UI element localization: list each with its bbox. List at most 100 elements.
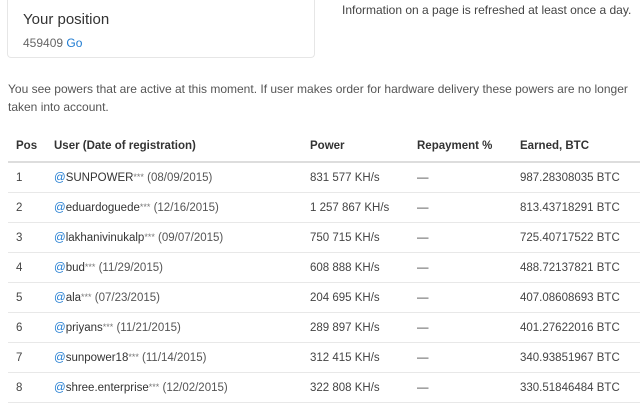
user-stars: *** bbox=[139, 201, 151, 212]
row-user-cell: @shree.enterprise*** (12/02/2015) bbox=[46, 372, 302, 403]
user-name: ala bbox=[65, 291, 82, 304]
row-earned: 987.28308035 BTC bbox=[512, 162, 640, 193]
registration-date: (09/07/2015) bbox=[154, 231, 224, 244]
user-name: priyans bbox=[65, 321, 103, 334]
row-power: 608 888 KH/s bbox=[302, 252, 409, 283]
user-link[interactable]: @ala bbox=[54, 292, 81, 304]
row-repayment: — bbox=[409, 162, 512, 193]
at-icon: @ bbox=[54, 201, 66, 214]
row-power: 312 415 KH/s bbox=[302, 342, 409, 373]
registration-date: (11/29/2015) bbox=[95, 261, 163, 274]
table-row: 7 @sunpower18*** (11/14/2015) 312 415 KH/s… bbox=[8, 342, 640, 373]
at-icon: @ bbox=[54, 231, 66, 244]
row-repayment: — bbox=[409, 222, 512, 253]
row-repayment: — bbox=[409, 252, 512, 283]
table-row: 8 @shree.enterprise*** (12/02/2015) 322 80… bbox=[8, 372, 640, 403]
rating-table-body: 1 @SUNPOWER*** (08/09/2015) 831 577 KH/s —9… bbox=[8, 162, 640, 403]
row-pos: 1 bbox=[8, 162, 46, 193]
registration-date: (12/02/2015) bbox=[159, 381, 228, 394]
registration-date: (12/16/2015) bbox=[150, 201, 219, 214]
row-user-cell: @lakhanivinukalp*** (09/07/2015) bbox=[46, 222, 302, 253]
row-user-cell: @SUNPOWER*** (08/09/2015) bbox=[46, 162, 302, 193]
user-stars: *** bbox=[102, 321, 114, 332]
user-link[interactable]: @lakhanivinukalp bbox=[54, 232, 144, 244]
user-stars: *** bbox=[144, 231, 155, 242]
your-position-line: 459409 Go bbox=[23, 36, 82, 50]
your-position-value: 459409 bbox=[23, 36, 64, 50]
row-earned: 407.08608693 BTC bbox=[512, 282, 640, 313]
header-pos: Pos bbox=[8, 130, 46, 163]
table-header-row: Pos User (Date of registration) Power Re… bbox=[8, 130, 640, 163]
user-name: eduardoguede bbox=[65, 201, 140, 214]
row-user-cell: @sunpower18*** (11/14/2015) bbox=[46, 342, 302, 373]
table-row: 1 @SUNPOWER*** (08/09/2015) 831 577 KH/s —9… bbox=[8, 162, 640, 193]
row-earned: 488.72137821 BTC bbox=[512, 252, 640, 283]
at-icon: @ bbox=[54, 171, 66, 184]
row-pos: 2 bbox=[8, 192, 46, 223]
row-power: 322 808 KH/s bbox=[302, 372, 409, 403]
header-repayment: Repayment % bbox=[409, 130, 512, 163]
row-user-cell: @ala*** (07/23/2015) bbox=[46, 282, 302, 313]
registration-date: (11/14/2015) bbox=[138, 351, 207, 364]
user-stars: *** bbox=[148, 381, 160, 392]
header-user: User (Date of registration) bbox=[46, 130, 302, 163]
registration-date: (07/23/2015) bbox=[91, 291, 160, 304]
header-power: Power bbox=[302, 130, 409, 163]
table-row: 6 @priyans*** (11/21/2015) 289 897 KH/s —40… bbox=[8, 312, 640, 343]
user-link[interactable]: @bud bbox=[54, 262, 85, 274]
row-earned: 401.27622016 BTC bbox=[512, 312, 640, 343]
row-repayment: — bbox=[409, 282, 512, 313]
user-name: SUNPOWER bbox=[65, 171, 134, 184]
row-earned: 330.51846484 BTC bbox=[512, 372, 640, 403]
active-powers-notice: You see powers that are active at this m… bbox=[8, 82, 628, 114]
table-row: 4 @bud*** (11/29/2015) 608 888 KH/s —488.72… bbox=[8, 252, 640, 283]
header-earned: Earned, BTC bbox=[512, 130, 640, 163]
user-name: shree.enterprise bbox=[65, 381, 149, 394]
table-row: 5 @ala*** (07/23/2015) 204 695 KH/s —407.08… bbox=[8, 282, 640, 313]
row-repayment: — bbox=[409, 342, 512, 373]
row-earned: 340.93851967 BTC bbox=[512, 342, 640, 373]
table-row: 3 @lakhanivinukalp*** (09/07/2015) 750 715… bbox=[8, 222, 640, 253]
user-stars: *** bbox=[84, 261, 96, 272]
at-icon: @ bbox=[54, 291, 66, 304]
row-power: 831 577 KH/s bbox=[302, 162, 409, 193]
refresh-note: Information on a page is refreshed at le… bbox=[342, 3, 632, 17]
row-pos: 3 bbox=[8, 222, 46, 253]
row-earned: 813.43718291 BTC bbox=[512, 192, 640, 223]
user-name: lakhanivinukalp bbox=[65, 231, 145, 244]
your-position-panel: Your position 459409 Go bbox=[7, 0, 315, 58]
user-link[interactable]: @eduardoguede bbox=[54, 202, 140, 214]
user-link[interactable]: @shree.enterprise bbox=[54, 382, 149, 394]
row-pos: 5 bbox=[8, 282, 46, 313]
row-user-cell: @bud*** (11/29/2015) bbox=[46, 252, 302, 283]
at-icon: @ bbox=[54, 351, 66, 364]
registration-date: (11/21/2015) bbox=[113, 321, 181, 334]
row-repayment: — bbox=[409, 372, 512, 403]
go-link[interactable]: Go bbox=[66, 36, 82, 50]
your-position-title: Your position bbox=[23, 11, 110, 28]
user-stars: *** bbox=[128, 351, 139, 362]
at-icon: @ bbox=[54, 261, 66, 274]
row-power: 750 715 KH/s bbox=[302, 222, 409, 253]
row-repayment: — bbox=[409, 192, 512, 223]
row-power: 289 897 KH/s bbox=[302, 312, 409, 343]
row-pos: 8 bbox=[8, 372, 46, 403]
user-link[interactable]: @SUNPOWER bbox=[54, 172, 133, 184]
row-pos: 7 bbox=[8, 342, 46, 373]
user-stars: *** bbox=[133, 171, 144, 182]
user-link[interactable]: @sunpower18 bbox=[54, 352, 128, 364]
at-icon: @ bbox=[54, 321, 66, 334]
at-icon: @ bbox=[54, 381, 66, 394]
row-power: 204 695 KH/s bbox=[302, 282, 409, 313]
rating-table: Pos User (Date of registration) Power Re… bbox=[8, 130, 640, 403]
user-stars: *** bbox=[81, 291, 92, 302]
user-name: bud bbox=[65, 261, 85, 274]
rating-page: Your position 459409 Go Information on a… bbox=[0, 0, 640, 411]
row-user-cell: @eduardoguede*** (12/16/2015) bbox=[46, 192, 302, 223]
user-link[interactable]: @priyans bbox=[54, 322, 103, 334]
row-pos: 6 bbox=[8, 312, 46, 343]
row-user-cell: @priyans*** (11/21/2015) bbox=[46, 312, 302, 343]
row-power: 1 257 867 KH/s bbox=[302, 192, 409, 223]
row-repayment: — bbox=[409, 312, 512, 343]
row-pos: 4 bbox=[8, 252, 46, 283]
